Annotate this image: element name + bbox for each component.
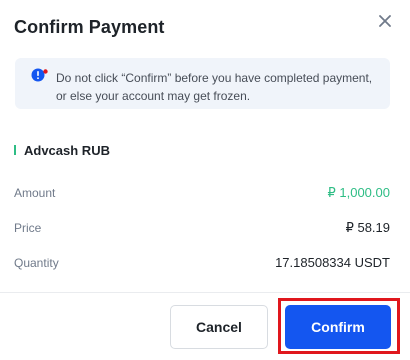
confirm-button[interactable]: Confirm — [285, 305, 391, 349]
notice-text: Do not click “Confirm” before you have c… — [56, 71, 373, 103]
dialog-title: Confirm Payment — [14, 17, 165, 37]
cancel-button[interactable]: Cancel — [170, 305, 268, 349]
close-button[interactable] — [374, 10, 396, 32]
method-indicator-bar — [14, 145, 16, 155]
amount-value: ₽ 1,000.00 — [327, 185, 391, 200]
amount-label: Amount — [14, 186, 56, 200]
payment-method-label: Advcash RUB — [24, 142, 110, 158]
alert-circle-icon — [31, 68, 48, 82]
quantity-label: Quantity — [14, 256, 59, 270]
price-label: Price — [14, 221, 42, 235]
price-value: ₽ 58.19 — [345, 220, 390, 235]
payment-method: Advcash RUB — [14, 142, 110, 158]
footer-divider — [0, 292, 410, 293]
quantity-value: 17.18508334 USDT — [275, 255, 390, 270]
confirm-payment-dialog: Confirm Payment Do not click “Confirm” b… — [0, 0, 410, 360]
close-icon — [379, 15, 391, 27]
warning-notice: Do not click “Confirm” before you have c… — [15, 58, 390, 109]
